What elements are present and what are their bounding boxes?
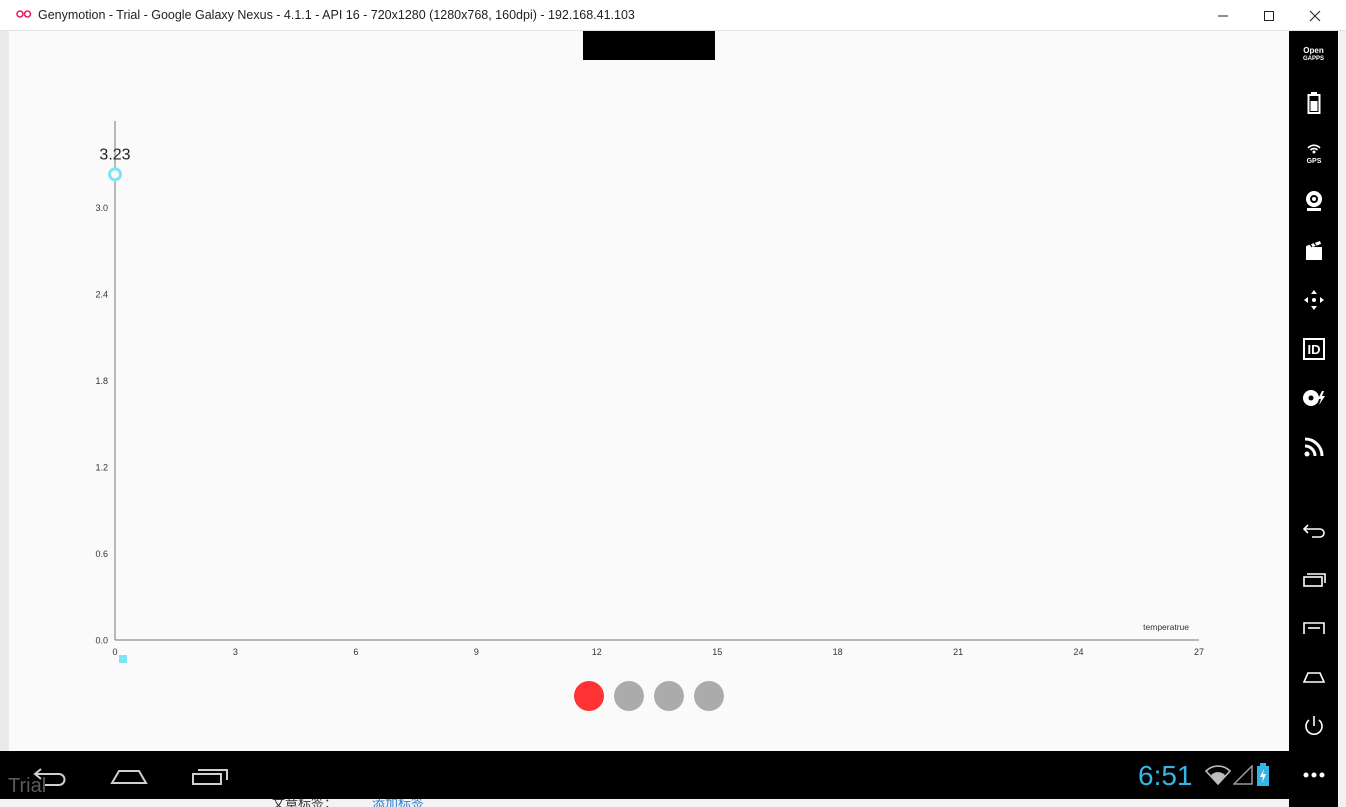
maximize-icon [1264,10,1274,21]
home-icon [1302,672,1325,683]
nav-recent-apps-button[interactable] [182,759,238,793]
device-screen[interactable]: 0.0 0.6 1.2 1.8 2.4 3.0 0 3 6 9 12 15 18 21 24 27 temper… [9,31,1289,751]
toolbar-back-button[interactable] [1289,514,1338,546]
x-tick-label: 15 [712,647,722,657]
disk-io-button[interactable] [1289,382,1338,414]
back-icon [1302,524,1325,538]
gapps-label-line2: GAPPS [1302,56,1324,62]
x-tick-label: 12 [592,647,602,657]
open-gapps-icon: Open GAPPS [1303,47,1324,63]
gps-icon: GPS [1306,144,1321,165]
page-dot[interactable] [694,681,724,711]
power-icon [1304,716,1323,735]
line-chart[interactable]: 0.0 0.6 1.2 1.8 2.4 3.0 0 3 6 9 12 15 18 21 24 27 temper… [9,31,1289,751]
toolbar-home-button[interactable] [1289,661,1338,693]
toolbar-menu-button[interactable] [1289,612,1338,644]
toolbar-recent-apps-button[interactable] [1289,563,1338,595]
page-dot[interactable] [574,681,604,711]
article-tags-label: 文章标签： [272,799,338,807]
more-button[interactable] [1289,759,1338,791]
x-axis-description: temperatrue [1143,622,1189,632]
background-window: 文章标签： 添加标签 [0,799,1289,807]
page-dot[interactable] [654,681,684,711]
page-indicator [574,681,724,711]
minimize-icon [1218,15,1228,16]
gps-label: GPS [1306,158,1321,165]
battery-button[interactable] [1289,87,1338,119]
device-id-button[interactable]: ID [1289,333,1338,365]
close-button[interactable] [1292,0,1338,31]
media-button[interactable] [1289,234,1338,266]
webcam-icon [1305,191,1322,211]
wifi-icon [1205,765,1231,785]
recent-apps-icon [1302,573,1326,587]
maximize-button[interactable] [1246,0,1292,31]
window-title-bar: Genymotion - Trial - Google Galaxy Nexus… [0,0,1346,31]
battery-icon [1307,92,1320,114]
legend-marker [119,655,127,663]
genymotion-toolbar: Open GAPPS GPS ID [1289,31,1338,807]
dpad-icon [1303,290,1324,310]
y-tick-label: 3.0 [95,203,108,213]
x-tick-label: 27 [1194,647,1204,657]
signal-icon [1233,765,1253,785]
gapps-label-line1: Open [1303,46,1324,55]
y-tick-label: 2.4 [95,290,108,300]
add-tags-link[interactable]: 添加标签 [372,799,424,807]
y-tick-label: 0.6 [95,549,108,559]
network-icon [1304,437,1323,457]
emulator-frame-edge [0,31,9,751]
window-right-edge [1338,31,1346,807]
open-gapps-button[interactable]: Open GAPPS [1289,39,1338,71]
data-value-label: 3.23 [99,146,130,163]
trial-watermark: Trial [8,775,47,797]
y-tick-label: 1.8 [95,376,108,386]
power-button[interactable] [1289,710,1338,742]
battery-charging-icon [1257,763,1269,786]
gps-button[interactable]: GPS [1289,136,1338,168]
y-tick-label: 1.2 [95,463,108,473]
more-icon [1303,772,1324,778]
media-icon [1305,241,1322,260]
close-icon [1309,10,1321,21]
android-nav-bar: Trial 6:51 [0,751,1289,799]
x-tick-label: 0 [112,647,117,657]
data-point [108,167,122,182]
x-tick-label: 3 [233,647,238,657]
id-label: ID [1307,342,1320,357]
page-dot[interactable] [614,681,644,711]
x-tick-label: 6 [353,647,358,657]
webcam-button[interactable] [1289,185,1338,217]
x-tick-label: 24 [1074,647,1084,657]
status-clock: 6:51 [1138,760,1193,791]
genymotion-logo-icon [16,10,32,18]
x-tick-label: 21 [953,647,963,657]
y-tick-label: 0.0 [95,636,108,646]
id-icon: ID [1302,338,1325,360]
minimize-button[interactable] [1200,0,1246,31]
home-icon [110,770,148,784]
network-button[interactable] [1289,431,1338,463]
dpad-button[interactable] [1289,284,1338,316]
x-tick-label: 9 [474,647,479,657]
recent-apps-icon [192,769,228,785]
nav-home-button[interactable] [101,759,157,793]
x-tick-label: 18 [833,647,843,657]
menu-icon [1302,622,1325,634]
disk-io-icon [1302,390,1325,406]
window-title: Genymotion - Trial - Google Galaxy Nexus… [38,8,635,22]
